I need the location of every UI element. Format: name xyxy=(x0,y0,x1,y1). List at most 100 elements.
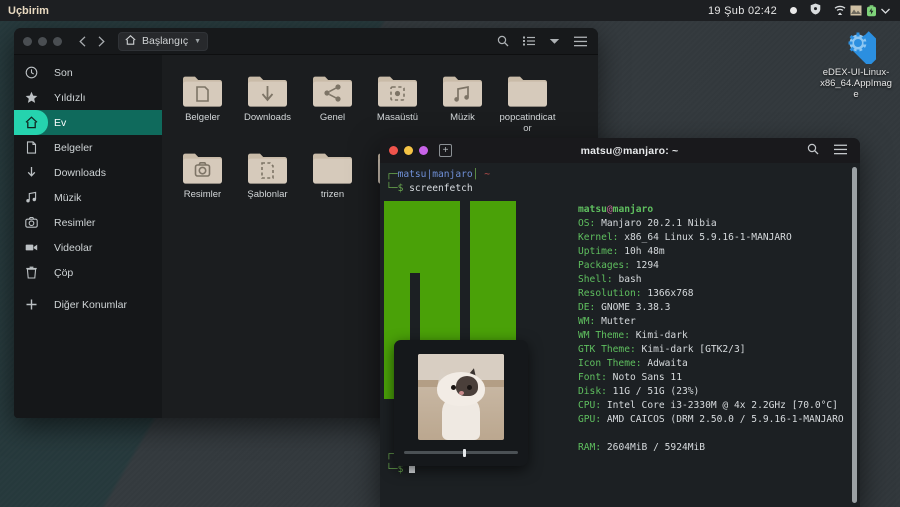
fetch-row: Disk: 11G / 51G (23%) xyxy=(578,385,844,399)
clock[interactable]: 19 Şub 02:42 xyxy=(708,5,777,17)
folder-templates-icon xyxy=(235,146,300,186)
minimize-button[interactable] xyxy=(23,37,32,46)
camera-icon xyxy=(14,216,48,229)
record-dot-icon xyxy=(790,7,797,14)
sidebar-item-label: Videolar xyxy=(48,242,92,254)
chevron-down-icon[interactable]: ▼ xyxy=(194,38,201,45)
fetch-key: OS: xyxy=(578,218,595,229)
file-manager-titlebar[interactable]: Başlangıç ▼ xyxy=(14,28,598,55)
folder-icon xyxy=(495,69,560,109)
sidebar-item-diğer-konumlar[interactable]: Diğer Konumlar xyxy=(14,292,162,317)
shield-icon[interactable] xyxy=(810,3,821,18)
sidebar-item-yıldızlı[interactable]: Yıldızlı xyxy=(14,85,162,110)
sidebar-item-belgeler[interactable]: Belgeler xyxy=(14,135,162,160)
terminal-titlebar[interactable]: + matsu@manjaro: ~ xyxy=(380,138,860,163)
home-icon xyxy=(125,35,136,48)
folder-music-icon xyxy=(430,69,495,109)
folder-pictures-icon xyxy=(170,146,235,186)
hamburger-menu-icon[interactable] xyxy=(834,142,847,160)
sidebar-item-videolar[interactable]: Videolar xyxy=(14,235,162,260)
active-app-label[interactable]: Uçbirim xyxy=(0,5,49,17)
file-item-label: Masaüstü xyxy=(365,112,430,123)
fetch-hostline: matsu@manjaro xyxy=(578,203,844,217)
sidebar-item-resimler[interactable]: Resimler xyxy=(14,210,162,235)
fetch-row: RAM: 2604MiB / 5924MiB xyxy=(578,441,844,455)
maximize-button[interactable] xyxy=(38,37,47,46)
fetch-row: CPU: Intel Core i3-2330M @ 4x 2.2GHz [70… xyxy=(578,399,844,413)
terminal-output[interactable]: ┌─matsu|manjaro│ ~ └─$ screenfetch matsu… xyxy=(380,163,860,507)
chevron-down-icon[interactable] xyxy=(549,38,560,45)
fetch-value: 11G / 51G (23%) xyxy=(613,386,700,397)
breadcrumb-label: Başlangıç xyxy=(142,35,188,47)
maximize-button[interactable] xyxy=(419,146,428,155)
close-button[interactable] xyxy=(53,37,62,46)
prompt-user-host: matsu|manjaro xyxy=(398,169,473,180)
search-icon[interactable] xyxy=(807,142,819,160)
volume-slider[interactable] xyxy=(404,451,518,454)
desktop-icon-edex-ui[interactable]: eDEX-UI-Linux-x86_64.AppImage xyxy=(818,24,894,100)
sidebar-item-son[interactable]: Son xyxy=(14,60,162,85)
sidebar-item-label: Belgeler xyxy=(48,142,93,154)
top-panel: Uçbirim 19 Şub 02:42 xyxy=(0,0,900,21)
terminal-title: matsu@manjaro: ~ xyxy=(452,145,807,157)
new-tab-button[interactable]: + xyxy=(439,144,452,157)
window-controls[interactable] xyxy=(14,37,62,46)
sidebar-item-label: Çöp xyxy=(48,267,73,279)
fetch-row: GTK Theme: Kimi-dark [GTK2/3] xyxy=(578,343,844,357)
fetch-key: GTK Theme: xyxy=(578,344,636,355)
fetch-row: WM Theme: Kimi-dark xyxy=(578,329,844,343)
list-view-icon[interactable] xyxy=(523,36,535,46)
file-item-label: Resimler xyxy=(170,189,235,200)
sidebar-item-müzik[interactable]: Müzik xyxy=(14,185,162,210)
file-item[interactable]: Şablonlar xyxy=(235,142,300,200)
file-item[interactable]: Downloads xyxy=(235,65,300,134)
file-item[interactable]: popcatindicator xyxy=(495,65,560,134)
plus-icon xyxy=(14,298,48,311)
breadcrumb[interactable]: Başlangıç ▼ xyxy=(118,32,208,51)
system-tray[interactable] xyxy=(834,5,890,17)
slider-knob[interactable] xyxy=(463,449,466,457)
back-button[interactable] xyxy=(74,32,91,51)
hamburger-menu-icon[interactable] xyxy=(574,36,587,47)
folder-download-icon xyxy=(235,69,300,109)
sidebar-item-label: Diğer Konumlar xyxy=(48,299,127,311)
file-item-label: Downloads xyxy=(235,112,300,123)
file-item[interactable]: Müzik xyxy=(430,65,495,134)
file-item-label: Belgeler xyxy=(170,112,235,123)
wifi-icon[interactable] xyxy=(834,5,846,16)
fetch-key: Font: xyxy=(578,372,607,383)
terminal-window[interactable]: + matsu@manjaro: ~ ┌─matsu|manjaro│ ~ └─… xyxy=(380,138,860,507)
fetch-value: 2604MiB / 5924MiB xyxy=(607,442,705,453)
folder-desktop-icon xyxy=(365,69,430,109)
sidebar-item-çöp[interactable]: Çöp xyxy=(14,260,162,285)
search-icon[interactable] xyxy=(497,35,509,47)
volume-icon[interactable] xyxy=(850,5,862,16)
file-manager-sidebar[interactable]: SonYıldızlıEv Belgeler Downloads Müzik Resim… xyxy=(14,55,162,418)
chevron-down-icon[interactable] xyxy=(881,8,890,14)
minimize-button[interactable] xyxy=(404,146,413,155)
desktop-icon-label: eDEX-UI-Linux-x86_64.AppImage xyxy=(818,67,894,100)
forward-button[interactable] xyxy=(93,32,110,51)
fetch-value: Adwaita xyxy=(647,358,687,369)
file-item[interactable]: trizen xyxy=(300,142,365,200)
fetch-row: Shell: bash xyxy=(578,273,844,287)
close-button[interactable] xyxy=(389,146,398,155)
file-item[interactable]: Genel xyxy=(300,65,365,134)
scrollbar-thumb[interactable] xyxy=(852,167,857,503)
file-item[interactable]: Resimler xyxy=(170,142,235,200)
file-item[interactable]: Masaüstü xyxy=(365,65,430,134)
battery-icon[interactable] xyxy=(866,5,877,17)
fetch-key: Packages: xyxy=(578,260,630,271)
fetch-value: GNOME 3.38.3 xyxy=(601,302,670,313)
sidebar-item-downloads[interactable]: Downloads xyxy=(14,160,162,185)
terminal-command-line: └─$ screenfetch xyxy=(380,182,860,196)
document-icon xyxy=(14,141,48,154)
terminal-scrollbar[interactable] xyxy=(852,167,857,503)
sidebar-item-ev[interactable]: Ev xyxy=(14,110,162,135)
terminal-command: screenfetch xyxy=(409,183,473,194)
popcat-indicator-popup[interactable] xyxy=(394,340,528,466)
fetch-key: GPU: xyxy=(578,414,601,425)
edex-ui-appimage-icon xyxy=(818,24,894,64)
file-item[interactable]: Belgeler xyxy=(170,65,235,134)
sidebar-item-label: Müzik xyxy=(48,192,81,204)
